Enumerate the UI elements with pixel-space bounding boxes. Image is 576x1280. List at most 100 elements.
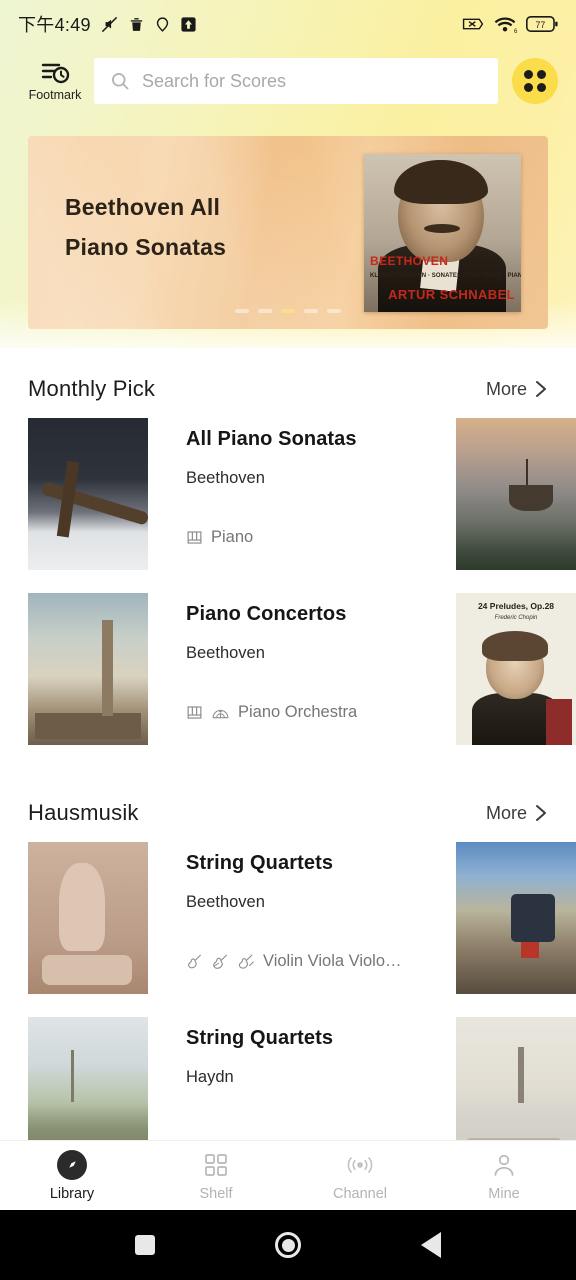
cover-composer: BEETHOVEN bbox=[370, 254, 449, 268]
score-info: All Piano Sonatas Beethoven Piano bbox=[148, 418, 456, 547]
more-button-hausmusik[interactable]: More bbox=[486, 803, 548, 824]
cover-subtitle: KLAVIERSONATEN · SONATES POUR PIANO · PI… bbox=[370, 273, 521, 279]
chevron-right-icon bbox=[536, 381, 546, 397]
section-header: Hausmusik More bbox=[0, 796, 576, 830]
tab-label-library: Library bbox=[49, 1185, 95, 1202]
viola-icon bbox=[213, 954, 227, 969]
banner-title: Beethoven All Piano Sonatas bbox=[65, 188, 226, 267]
search-input[interactable]: Search for Scores bbox=[94, 58, 498, 104]
chopin-cover-title: 24 Preludes, Op.28 bbox=[477, 601, 555, 611]
grid-dots-icon bbox=[524, 70, 546, 92]
location-icon bbox=[156, 16, 169, 32]
more-button-monthly-pick[interactable]: More bbox=[486, 379, 548, 400]
score-thumbnail[interactable] bbox=[28, 418, 148, 570]
orchestra-icon bbox=[212, 709, 229, 719]
cover-performer: ARTUR SCHNABEL bbox=[388, 287, 515, 302]
footmark-button[interactable]: Footmark bbox=[18, 61, 92, 102]
carousel-dot[interactable] bbox=[235, 309, 249, 313]
search-placeholder: Search for Scores bbox=[142, 70, 287, 91]
status-bar-right: 6 77 bbox=[462, 15, 558, 34]
more-label: More bbox=[485, 378, 527, 399]
mute-icon bbox=[101, 16, 118, 32]
tab-label-shelf: Shelf bbox=[199, 1185, 233, 1202]
status-bar-time: 下午4:49 bbox=[18, 15, 91, 35]
triangle-back-icon[interactable] bbox=[421, 1232, 441, 1258]
section-title: Monthly Pick bbox=[28, 376, 156, 401]
piano-icon bbox=[187, 706, 202, 719]
score-info: Piano Concertos Beethoven Piano Orchestr… bbox=[148, 593, 456, 722]
score-instruments: Piano bbox=[186, 528, 456, 547]
score-title: String Quartets bbox=[186, 1027, 334, 1049]
battery-level: 77 bbox=[536, 20, 546, 30]
featured-banner[interactable]: Beethoven All Piano Sonatas BEETHOVEN KL… bbox=[28, 136, 548, 329]
score-title: All Piano Sonatas bbox=[186, 428, 357, 450]
score-instruments: Violin Viola Violo… bbox=[186, 952, 456, 971]
score-thumbnail[interactable] bbox=[28, 593, 148, 745]
violin-icon bbox=[188, 954, 201, 968]
carousel-dot[interactable] bbox=[304, 309, 318, 313]
carousel-dot[interactable] bbox=[327, 309, 341, 313]
cello-icon bbox=[238, 954, 254, 969]
instruments-label: Violin Viola Violo… bbox=[263, 952, 402, 970]
banner-album-cover: BEETHOVEN KLAVIERSONATEN · SONATES POUR … bbox=[364, 154, 521, 312]
status-bar: 下午4:49 6 77 bbox=[0, 0, 576, 48]
section-monthly-pick: Monthly Pick More All Piano Sonatas Beet… bbox=[0, 372, 576, 745]
more-label: More bbox=[485, 802, 527, 823]
wifi-6-icon: 6 bbox=[494, 16, 517, 34]
carousel-dots[interactable] bbox=[235, 309, 341, 313]
score-title: Piano Concertos bbox=[186, 603, 347, 625]
status-bar-left: 下午4:49 bbox=[18, 11, 462, 37]
system-navigation-bar bbox=[0, 1210, 576, 1280]
svg-text:6: 6 bbox=[514, 29, 517, 34]
banner-title-line2: Piano Sonatas bbox=[65, 233, 227, 260]
history-clock-icon bbox=[41, 63, 70, 83]
grid-squares-icon bbox=[203, 1150, 229, 1180]
section-header: Monthly Pick More bbox=[0, 372, 576, 406]
tab-mine[interactable]: Mine bbox=[432, 1150, 576, 1202]
tab-label-channel: Channel bbox=[332, 1185, 387, 1202]
person-icon bbox=[491, 1150, 517, 1180]
banner-title-line1: Beethoven All bbox=[65, 194, 221, 220]
score-composer: Beethoven bbox=[186, 644, 265, 662]
score-row[interactable]: All Piano Sonatas Beethoven Piano bbox=[0, 418, 576, 570]
section-hausmusik: Hausmusik More String Quartets Beethoven bbox=[0, 796, 576, 1169]
chopin-cover-sub: Frederic Chopin bbox=[494, 615, 538, 621]
score-thumbnail-next[interactable] bbox=[456, 842, 576, 994]
score-row[interactable]: Piano Concertos Beethoven Piano Orchestr… bbox=[0, 593, 576, 745]
score-thumbnail-next[interactable] bbox=[456, 418, 576, 570]
tab-label-mine: Mine bbox=[488, 1185, 520, 1202]
score-row[interactable]: String Quartets Beethoven Violin Viola V… bbox=[0, 842, 576, 994]
carousel-dot[interactable] bbox=[258, 309, 272, 313]
tab-channel[interactable]: Channel bbox=[288, 1150, 432, 1202]
upload-icon bbox=[181, 16, 196, 32]
bottom-tab-bar: Library Shelf Channel Mine bbox=[0, 1140, 576, 1210]
score-thumbnail[interactable] bbox=[28, 842, 148, 994]
tab-library[interactable]: Library bbox=[0, 1149, 144, 1202]
section-title: Hausmusik bbox=[28, 800, 139, 825]
no-sim-icon bbox=[462, 18, 484, 30]
score-composer: Beethoven bbox=[186, 469, 265, 487]
battery-icon: 77 bbox=[526, 16, 558, 32]
score-info: String Quartets Haydn bbox=[148, 1017, 456, 1087]
broadcast-icon bbox=[344, 1150, 376, 1180]
footmark-label: Footmark bbox=[28, 87, 82, 102]
score-info: String Quartets Beethoven Violin Viola V… bbox=[148, 842, 456, 971]
score-title: String Quartets bbox=[186, 852, 334, 874]
header-bar: Footmark Search for Scores bbox=[0, 50, 576, 112]
carousel-dot-active[interactable] bbox=[281, 309, 295, 313]
tab-shelf[interactable]: Shelf bbox=[144, 1150, 288, 1202]
instruments-label: Piano Orchestra bbox=[238, 703, 358, 721]
apps-menu-button[interactable] bbox=[512, 58, 558, 104]
piano-icon bbox=[187, 531, 202, 544]
compass-icon bbox=[57, 1149, 87, 1180]
score-composer: Beethoven bbox=[186, 893, 265, 911]
chevron-right-icon bbox=[536, 805, 546, 821]
score-instruments: Piano Orchestra bbox=[186, 703, 456, 722]
trash-icon bbox=[130, 17, 143, 31]
score-thumbnail-next[interactable]: 24 Preludes, Op.28 Frederic Chopin bbox=[456, 593, 576, 745]
score-composer: Haydn bbox=[186, 1068, 234, 1086]
square-icon[interactable] bbox=[135, 1235, 155, 1255]
instruments-label: Piano bbox=[211, 528, 254, 546]
search-icon bbox=[112, 73, 129, 90]
circle-icon[interactable] bbox=[275, 1232, 301, 1258]
